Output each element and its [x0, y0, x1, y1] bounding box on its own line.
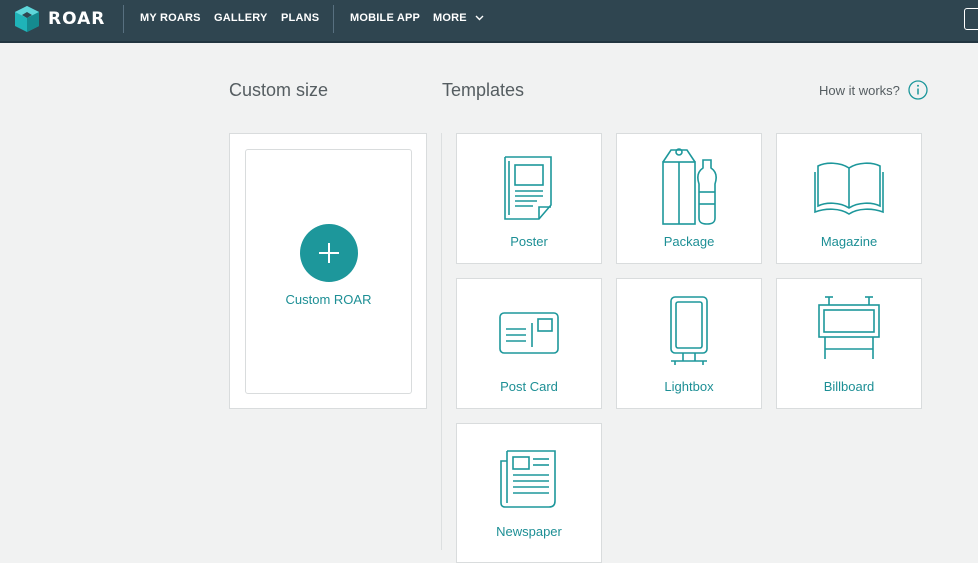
template-package[interactable]: Package [616, 133, 762, 264]
template-label: Lightbox [664, 379, 714, 394]
template-magazine[interactable]: Magazine [776, 133, 922, 264]
roar-logo[interactable]: ROAR [14, 5, 105, 33]
package-icon [662, 148, 717, 225]
custom-size-panel: Custom ROAR [229, 133, 427, 409]
section-divider [441, 133, 442, 550]
custom-roar-label: Custom ROAR [285, 292, 372, 307]
top-navbar: ROAR MY ROARS GALLERY PLANS MOBILE APP M… [0, 0, 978, 43]
custom-roar-button[interactable]: Custom ROAR [245, 149, 412, 394]
nav-separator [123, 5, 124, 33]
template-label: Billboard [823, 379, 875, 394]
template-billboard[interactable]: Billboard [776, 278, 922, 409]
plus-circle [300, 224, 358, 282]
nav-separator [333, 5, 334, 33]
magazine-icon [814, 162, 884, 215]
template-postcard[interactable]: Post Card [456, 278, 602, 409]
nav-plans[interactable]: PLANS [281, 12, 319, 24]
templates-heading: Templates [442, 80, 525, 100]
how-it-works-label: How it works? [819, 82, 900, 98]
template-label: Magazine [820, 234, 878, 249]
postcard-icon [499, 312, 559, 354]
template-label: Newspaper [496, 524, 562, 539]
custom-size-heading: Custom size [229, 80, 329, 100]
template-lightbox[interactable]: Lightbox [616, 278, 762, 409]
roar-logo-icon [15, 6, 39, 32]
nav-more[interactable]: MORE [433, 12, 484, 24]
info-icon [908, 80, 928, 100]
logo-text: ROAR [48, 9, 106, 29]
template-label: Package [663, 234, 715, 249]
plus-icon [319, 243, 339, 263]
template-label: Poster [510, 234, 548, 249]
how-it-works-link[interactable]: How it works? [819, 80, 928, 100]
account-button[interactable] [964, 8, 978, 30]
newspaper-icon [500, 450, 556, 508]
nav-more-label: MORE [433, 12, 467, 24]
template-newspaper[interactable]: Newspaper [456, 423, 602, 563]
poster-icon [504, 156, 552, 220]
chevron-down-icon [475, 15, 484, 21]
billboard-icon [818, 296, 880, 359]
nav-mobile-app[interactable]: MOBILE APP [350, 12, 420, 24]
template-label: Post Card [500, 379, 558, 394]
template-poster[interactable]: Poster [456, 133, 602, 264]
nav-gallery[interactable]: GALLERY [214, 12, 268, 24]
lightbox-icon [670, 296, 708, 365]
nav-my-roars[interactable]: MY ROARS [140, 12, 201, 24]
